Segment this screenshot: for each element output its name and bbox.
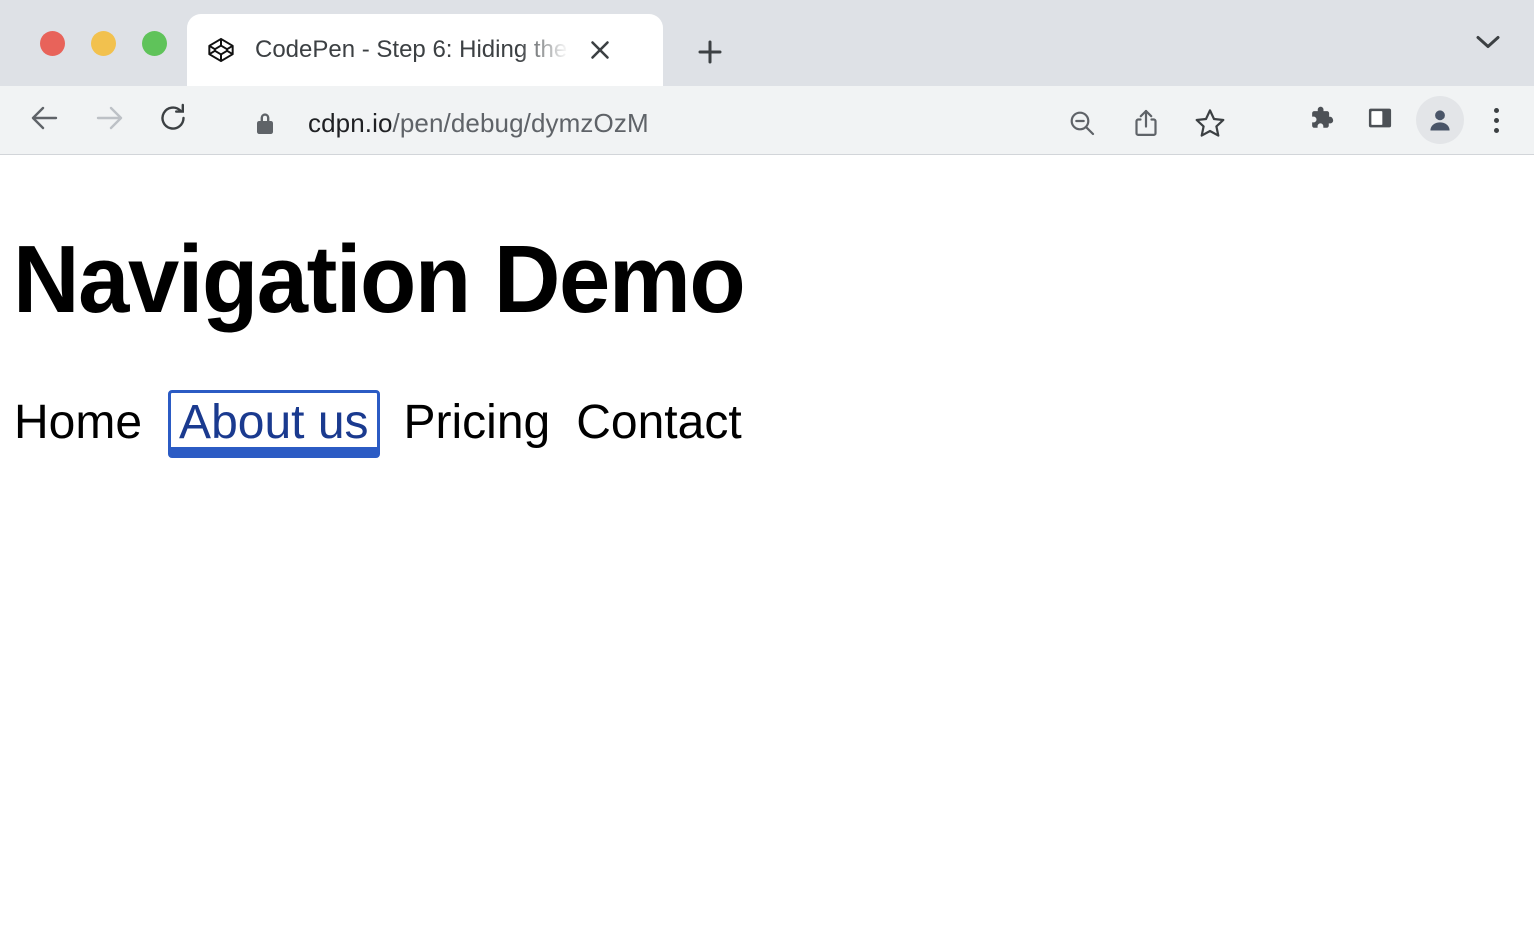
toolbar-right-icons <box>1296 95 1516 145</box>
tab-search-button[interactable] <box>1468 31 1508 57</box>
chevron-down-icon <box>1475 34 1501 55</box>
extensions-puzzle-icon <box>1305 103 1335 138</box>
back-button[interactable] <box>20 95 70 145</box>
omnibox-actions <box>1061 102 1253 144</box>
reload-icon <box>157 102 189 139</box>
page-viewport: Navigation Demo Home About us Pricing Co… <box>0 155 1534 950</box>
share-icon[interactable] <box>1125 102 1167 144</box>
close-tab-button[interactable] <box>583 33 617 67</box>
close-window-button[interactable] <box>40 31 65 56</box>
side-panel-button[interactable] <box>1356 96 1404 144</box>
reload-button[interactable] <box>148 95 198 145</box>
window-controls <box>40 31 167 56</box>
profile-button[interactable] <box>1416 96 1464 144</box>
menu-dot <box>1494 118 1499 123</box>
site-navigation: Home About us Pricing Contact <box>0 389 1534 457</box>
tab-title-container: CodePen - Step 6: Hiding the li <box>255 33 575 67</box>
new-tab-button[interactable] <box>686 28 734 76</box>
address-bar[interactable]: cdpn.io/pen/debug/dymzOzM <box>222 99 1253 147</box>
side-panel-icon <box>1366 104 1394 137</box>
back-arrow-icon <box>29 102 61 139</box>
nav-link-home[interactable]: Home <box>14 399 168 447</box>
codepen-logo-icon <box>207 36 235 64</box>
browser-window: CodePen - Step 6: Hiding the li <box>0 0 1534 950</box>
maximize-window-button[interactable] <box>142 31 167 56</box>
page-title: Navigation Demo <box>0 155 1472 333</box>
more-menu-button[interactable] <box>1476 96 1516 144</box>
profile-avatar-icon <box>1416 96 1464 144</box>
nav-link-pricing[interactable]: Pricing <box>404 399 577 447</box>
tab-title: CodePen - Step 6: Hiding the li <box>255 36 575 63</box>
menu-dot <box>1494 128 1499 133</box>
page-content: Navigation Demo Home About us Pricing Co… <box>0 155 1534 457</box>
url-path: /pen/debug/dymzOzM <box>393 108 649 138</box>
lock-icon <box>248 110 282 136</box>
nav-link-about-us[interactable]: About us <box>168 390 379 458</box>
url-text: cdpn.io/pen/debug/dymzOzM <box>308 108 649 139</box>
minimize-window-button[interactable] <box>91 31 116 56</box>
extensions-button[interactable] <box>1296 96 1344 144</box>
url-host: cdpn.io <box>308 108 393 138</box>
forward-arrow-icon <box>93 102 125 139</box>
browser-tab[interactable]: CodePen - Step 6: Hiding the li <box>187 14 663 86</box>
menu-dot <box>1494 108 1499 113</box>
tab-strip: CodePen - Step 6: Hiding the li <box>0 0 1534 86</box>
forward-button <box>84 95 134 145</box>
bookmark-star-icon[interactable] <box>1189 102 1231 144</box>
nav-link-contact[interactable]: Contact <box>576 399 767 447</box>
zoom-out-icon[interactable] <box>1061 102 1103 144</box>
